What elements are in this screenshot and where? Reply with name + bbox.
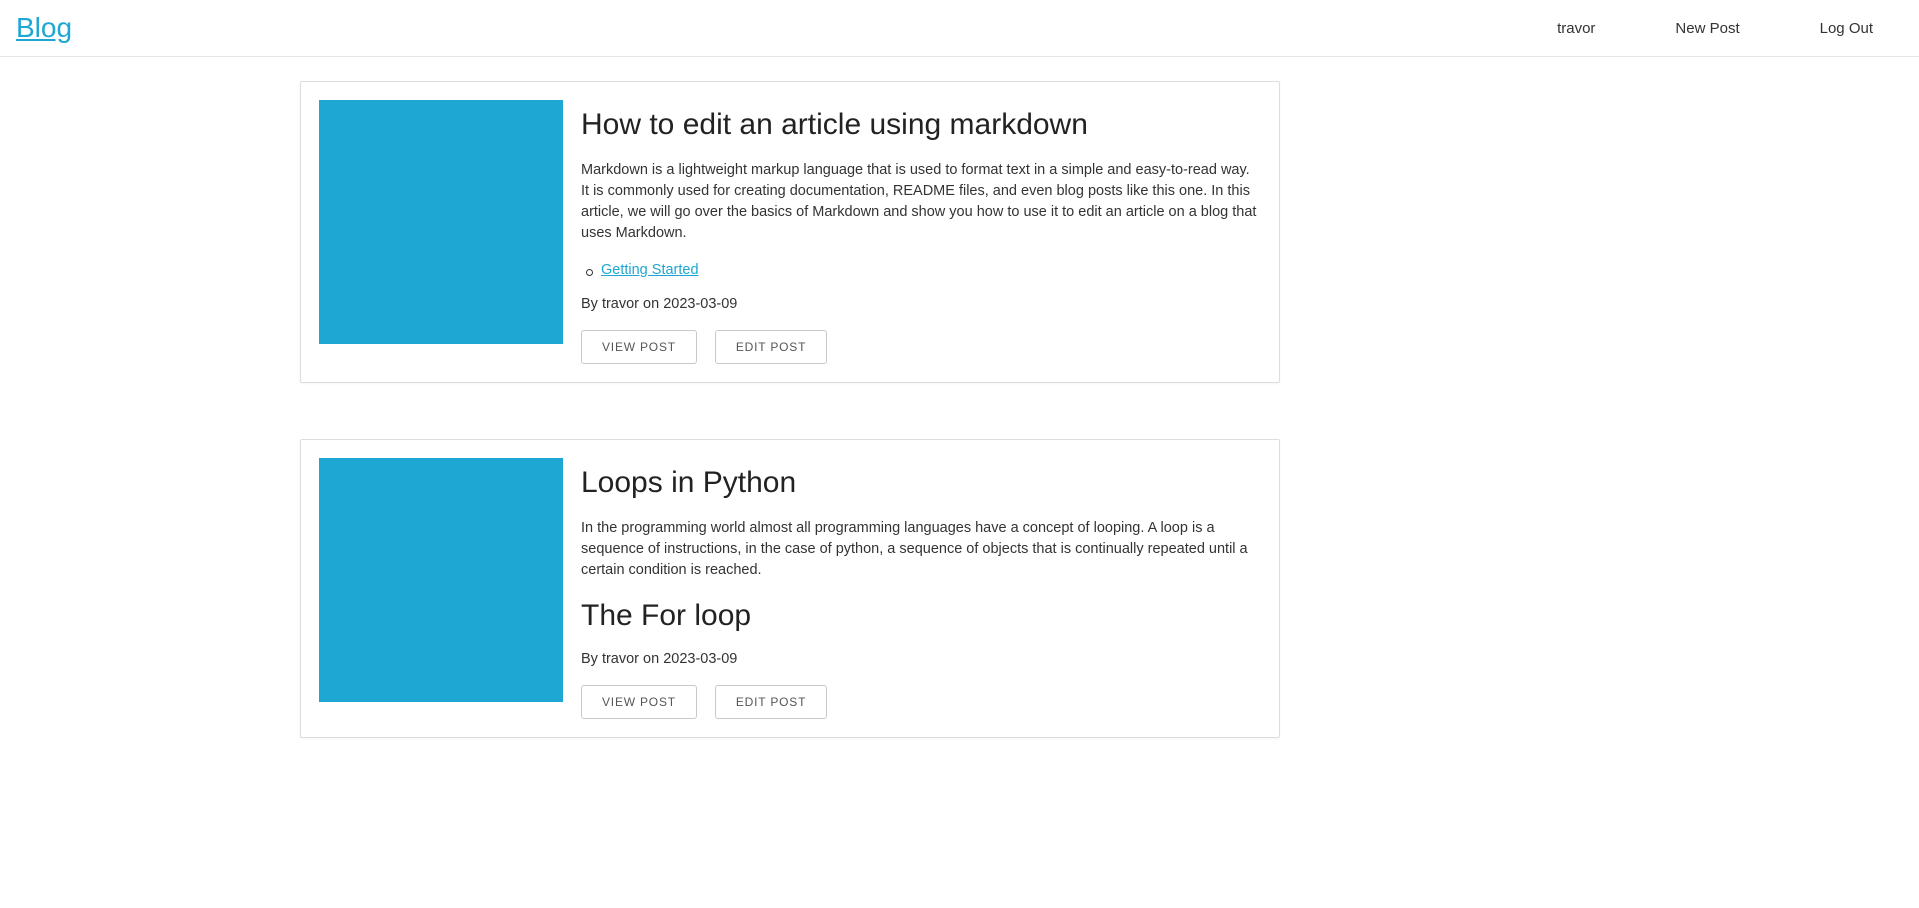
posts-container: How to edit an article using markdown Ma… xyxy=(300,81,1280,738)
view-post-button[interactable]: VIEW POST xyxy=(581,685,697,719)
brand-link[interactable]: Blog xyxy=(16,12,72,44)
post-byline: By travor on 2023-03-09 xyxy=(581,651,1261,667)
post-excerpt: Markdown is a lightweight markup languag… xyxy=(581,160,1261,244)
post-thumbnail xyxy=(319,458,563,702)
post-links: Getting Started xyxy=(581,262,1261,278)
link-getting-started[interactable]: Getting Started xyxy=(601,262,699,278)
nav-new-post[interactable]: New Post xyxy=(1675,20,1739,37)
post-body: How to edit an article using markdown Ma… xyxy=(581,100,1261,364)
post-thumbnail xyxy=(319,100,563,344)
nav-user[interactable]: travor xyxy=(1557,20,1595,37)
post-title: How to edit an article using markdown xyxy=(581,108,1261,142)
edit-post-button[interactable]: EDIT POST xyxy=(715,685,827,719)
nav-log-out[interactable]: Log Out xyxy=(1820,20,1873,37)
edit-post-button[interactable]: EDIT POST xyxy=(715,330,827,364)
post-excerpt: In the programming world almost all prog… xyxy=(581,518,1261,581)
nav: travor New Post Log Out xyxy=(1557,20,1903,37)
post-actions: VIEW POST EDIT POST xyxy=(581,330,1261,364)
view-post-button[interactable]: VIEW POST xyxy=(581,330,697,364)
header: Blog travor New Post Log Out xyxy=(0,0,1919,57)
post-body: Loops in Python In the programming world… xyxy=(581,458,1261,719)
post-card: Loops in Python In the programming world… xyxy=(300,439,1280,738)
list-item: Getting Started xyxy=(581,262,1261,278)
post-byline: By travor on 2023-03-09 xyxy=(581,296,1261,312)
post-subheading: The For loop xyxy=(581,599,1261,633)
post-title: Loops in Python xyxy=(581,466,1261,500)
post-card: How to edit an article using markdown Ma… xyxy=(300,81,1280,383)
post-actions: VIEW POST EDIT POST xyxy=(581,685,1261,719)
